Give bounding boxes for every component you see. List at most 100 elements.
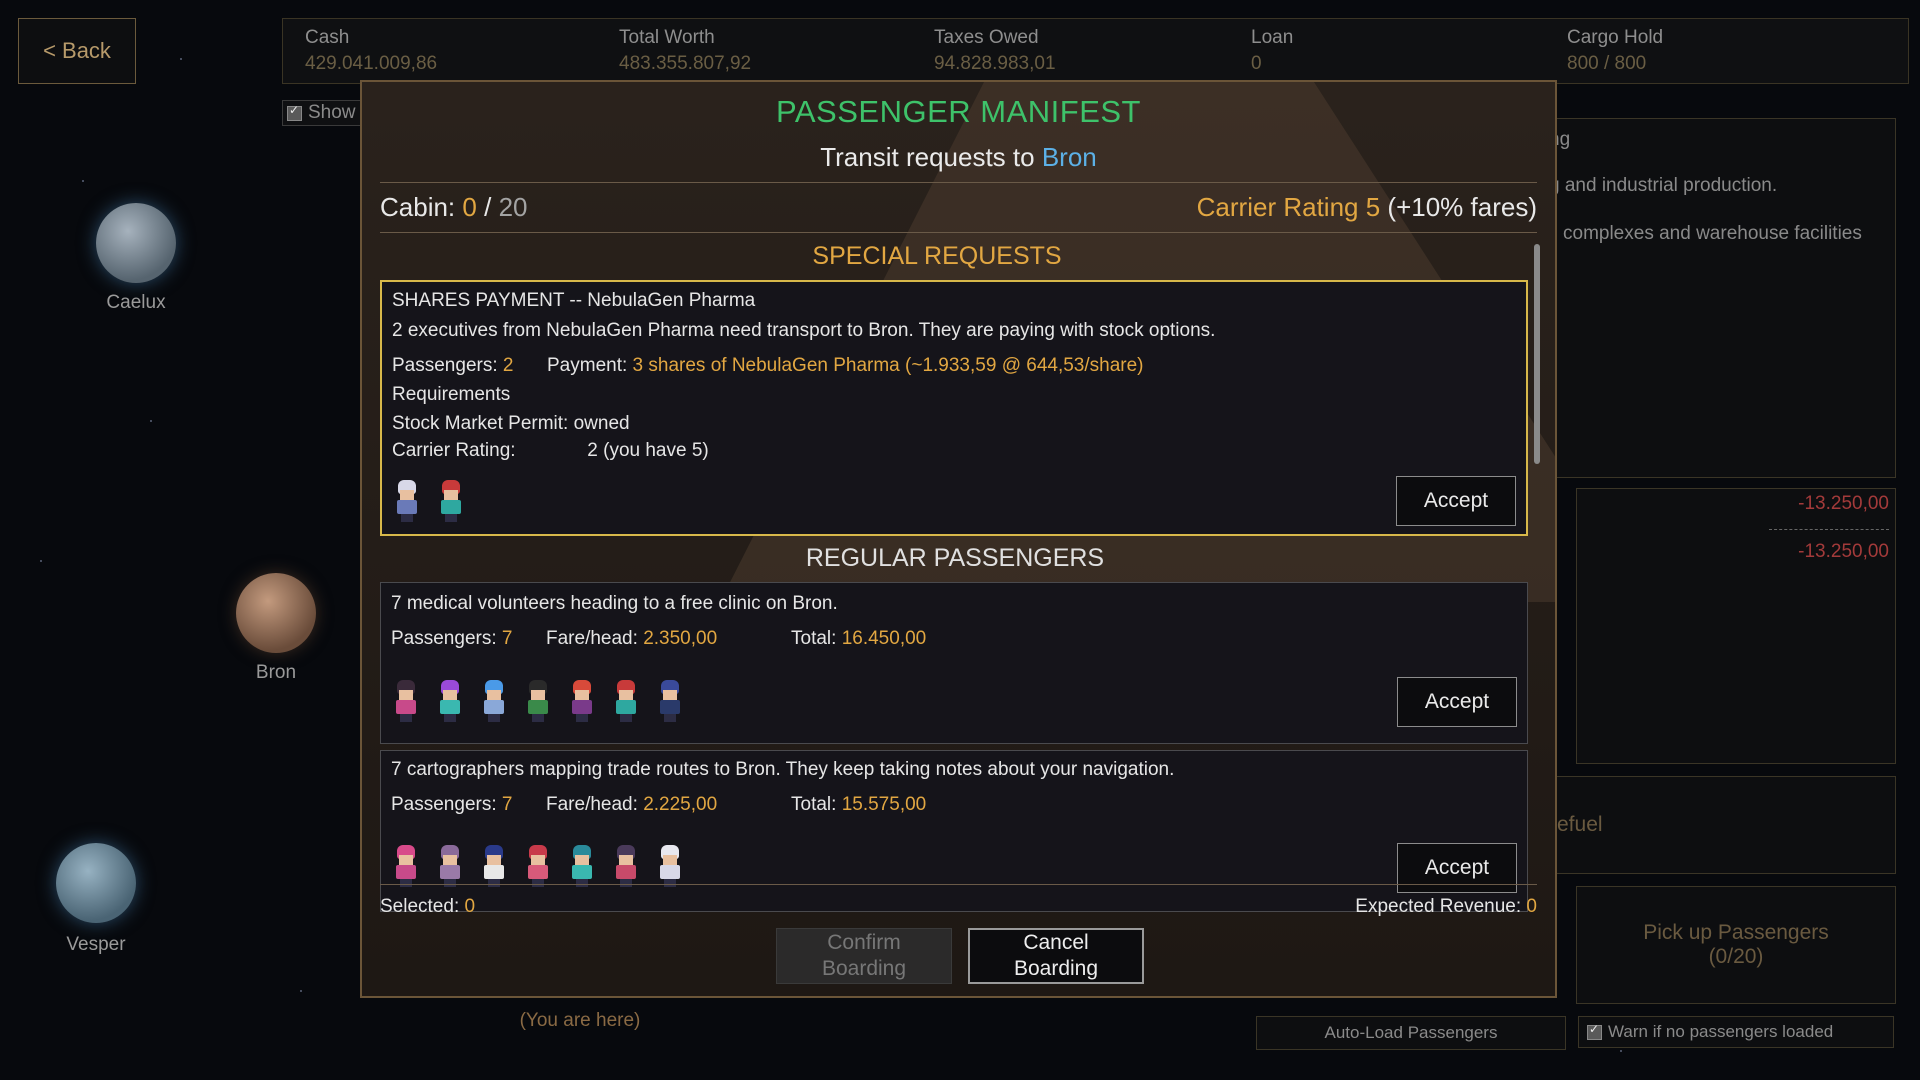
passenger-description: 7 medical volunteers heading to a free c… (391, 593, 838, 614)
back-button[interactable]: < Back (18, 18, 136, 84)
cabin-used: 0 (462, 192, 477, 222)
passenger-sprite (391, 843, 421, 887)
passenger-sprite (435, 678, 465, 722)
total-value: 15.575,00 (841, 794, 927, 815)
fare-per-head: Fare/head: 2.225,00 (546, 794, 717, 816)
pickup-label: Pick up Passengers (1643, 921, 1829, 944)
divider (380, 182, 1537, 183)
carrier-rating-label: Carrier Rating (1196, 192, 1359, 222)
planet-desc-line: complexes and warehouse facilities (1563, 223, 1862, 244)
divider (380, 884, 1537, 885)
auto-load-button[interactable]: Auto-Load Passengers (1256, 1016, 1566, 1050)
passenger-sprite (479, 843, 509, 887)
stat-value: 429.041.009,86 (305, 53, 438, 74)
carrier-rating-value: 5 (1365, 192, 1381, 222)
warn-label: Warn if no passengers loaded (1608, 1022, 1834, 1041)
requirement-rating: Carrier Rating: 2 (you have 5) (392, 440, 709, 462)
stat-taxes-owed: Taxes Owed 94.828.983,01 (934, 27, 1056, 75)
requirement-permit: Stock Market Permit: owned (392, 413, 630, 435)
refuel-panel[interactable]: efuel (1540, 776, 1896, 874)
special-request-header: SHARES PAYMENT -- NebulaGen Pharma (392, 290, 756, 311)
regular-passengers-heading: REGULAR PASSENGERS (805, 544, 1105, 572)
stat-value: 94.828.983,01 (934, 53, 1056, 74)
total-label: Total: (791, 628, 837, 649)
fare-label: Fare/head: (546, 628, 638, 649)
warn-no-passengers-toggle[interactable]: Warn if no passengers loaded (1578, 1016, 1894, 1048)
selected-count: Selected: 0 (380, 896, 475, 918)
planet-vesper[interactable] (56, 843, 136, 923)
passengers-label: Passengers: (391, 794, 497, 815)
passenger-sprite (391, 678, 421, 722)
refuel-label: efuel (1557, 813, 1603, 836)
carrier-rating-bonus: (+10% fares) (1387, 192, 1537, 222)
passenger-manifest-dialog: PASSENGER MANIFEST Transit requests to B… (360, 80, 1557, 998)
passenger-sprites (392, 478, 466, 522)
passenger-sprite (611, 678, 641, 722)
checkbox-icon (1587, 1022, 1602, 1040)
passengers-value: 2 (502, 355, 514, 376)
cancel-label: Boarding (1013, 957, 1099, 980)
passenger-sprite (435, 843, 465, 887)
stat-value: 800 / 800 (1567, 53, 1647, 74)
passenger-sprite (436, 478, 466, 522)
passengers-count: Passengers: 7 (391, 628, 512, 650)
subtitle-prefix: Transit requests to (820, 142, 1035, 172)
planet-caelux[interactable] (96, 203, 176, 283)
passengers-label: Passengers: (392, 355, 498, 376)
planet-bron[interactable] (236, 573, 316, 653)
stat-loan: Loan 0 (1251, 27, 1293, 75)
cabin-label: Cabin: (380, 192, 456, 222)
stat-label: Cargo Hold (1567, 27, 1664, 48)
special-payment: Payment: 3 shares of NebulaGen Pharma (~… (547, 355, 1144, 377)
accept-special-button[interactable]: Accept (1396, 476, 1516, 526)
cabin-capacity: Cabin: 0 / 20 (380, 192, 527, 223)
expected-revenue: Expected Revenue: 0 (1355, 896, 1537, 918)
special-request-card: SHARES PAYMENT -- NebulaGen Pharma 2 exe… (380, 280, 1528, 536)
stat-label: Total Worth (619, 27, 715, 48)
cancel-boarding-button[interactable]: Cancel Boarding (968, 928, 1144, 984)
accept-regular-button[interactable]: Accept (1397, 677, 1517, 727)
passenger-sprite (655, 678, 685, 722)
show-toggle[interactable]: Show (282, 100, 368, 126)
stat-cash: Cash 429.041.009,86 (305, 27, 437, 75)
cost-value: -13.250,00 (1798, 493, 1889, 514)
confirm-label: Confirm (827, 931, 901, 954)
dialog-subtitle: Transit requests to Bron (362, 142, 1555, 173)
planet-info-panel: ng g and industrial production. complexe… (1540, 118, 1896, 478)
requirement-value: 2 (you have 5) (587, 440, 709, 461)
scrollbar[interactable] (1534, 244, 1540, 464)
revenue-label: Expected Revenue: (1355, 896, 1522, 917)
cabin-max: 20 (498, 192, 528, 222)
destination-name: Bron (1041, 142, 1097, 172)
payment-value: 3 shares of NebulaGen Pharma (~1.933,59 … (632, 355, 1144, 376)
total-value: 16.450,00 (841, 628, 927, 649)
cost-total: -13.250,00 (1798, 541, 1889, 562)
passenger-sprite (567, 678, 597, 722)
accept-regular-button[interactable]: Accept (1397, 843, 1517, 893)
dialog-title: PASSENGER MANIFEST (776, 94, 1141, 129)
fare-total: Total: 15.575,00 (791, 794, 926, 816)
stat-value: 483.355.807,92 (619, 53, 752, 74)
fare-value: 2.225,00 (643, 794, 718, 815)
cost-divider (1769, 529, 1889, 530)
planet-label-vesper: Vesper (66, 934, 126, 955)
stat-label: Cash (305, 27, 350, 48)
divider (380, 232, 1537, 233)
confirm-boarding-button[interactable]: Confirm Boarding (776, 928, 952, 984)
passenger-description: 7 cartographers mapping trade routes to … (391, 759, 1175, 780)
passengers-count: Passengers: 7 (391, 794, 512, 816)
stat-cargo-hold: Cargo Hold 800 / 800 (1567, 27, 1663, 75)
passenger-sprite (523, 843, 553, 887)
pickup-count: (0/20) (1708, 945, 1764, 968)
passengers-value: 7 (501, 628, 513, 649)
passenger-sprite (392, 478, 422, 522)
passenger-sprites (391, 843, 685, 887)
requirement-label: Stock Market Permit: (392, 413, 569, 434)
fare-total: Total: 16.450,00 (791, 628, 926, 650)
manifest-scroll-area[interactable]: SHARES PAYMENT -- NebulaGen Pharma 2 exe… (380, 280, 1540, 952)
pickup-passengers-button[interactable]: Pick up Passengers (0/20) (1576, 886, 1896, 1004)
passenger-sprite (567, 843, 597, 887)
planet-label-bron: Bron (255, 662, 297, 683)
total-label: Total: (791, 794, 837, 815)
carrier-rating: Carrier Rating 5 (+10% fares) (1197, 192, 1537, 223)
